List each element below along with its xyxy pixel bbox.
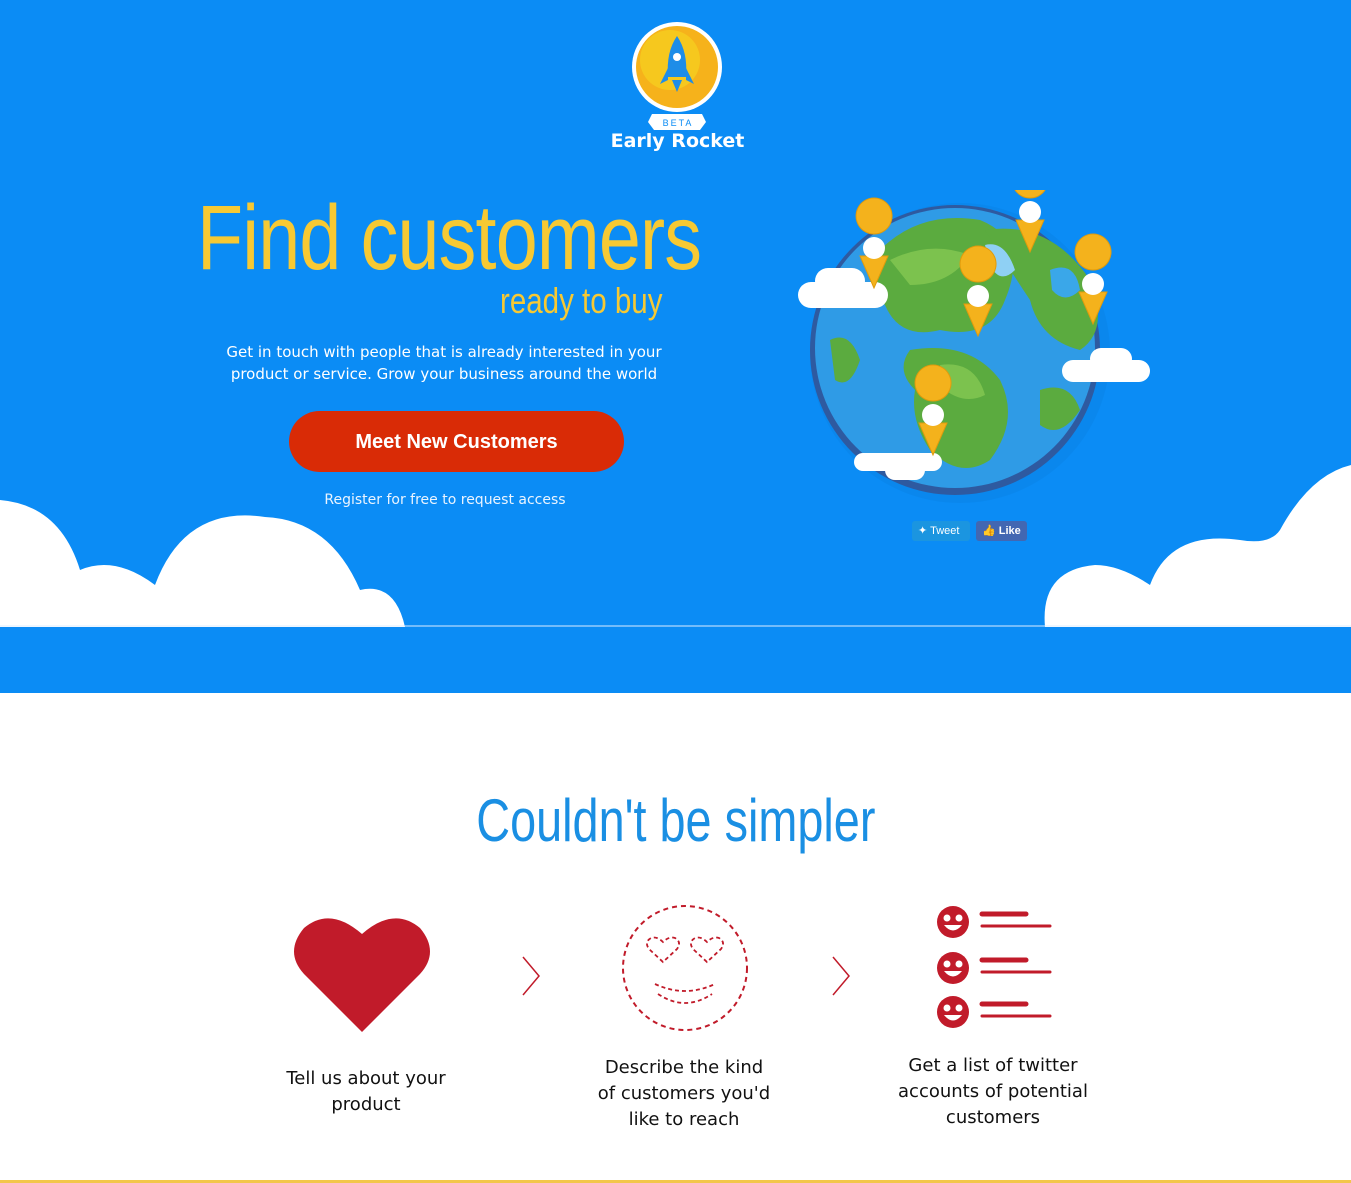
rocket-icon <box>632 22 722 130</box>
section-title-text: Couldn't be simpler <box>475 787 876 854</box>
tweet-label: Tweet <box>930 525 960 537</box>
register-note: Register for free to request access <box>324 492 566 508</box>
list-icon <box>937 906 1052 1028</box>
beta-badge: BETA <box>662 118 694 128</box>
heart-icon <box>294 918 430 1032</box>
hero-lead-text: Get in touch with people that is already… <box>226 343 662 383</box>
thumbs-up-icon: 👍 <box>982 525 996 537</box>
section-title: Couldn't be simpler <box>0 786 1351 855</box>
hero-bottom-band <box>0 627 1351 693</box>
step-3-label: Get a list of twitter accounts of potent… <box>898 1055 1088 1128</box>
hero-title: Find customers <box>197 187 702 289</box>
like-label: Like <box>998 525 1021 537</box>
chevron-right-icon <box>522 956 540 996</box>
brand-name: Early Rocket <box>610 130 745 152</box>
globe-illustration <box>798 190 1150 503</box>
like-button[interactable]: 👍 Like <box>976 521 1027 541</box>
smiley-icon <box>622 905 748 1031</box>
tweet-button[interactable]: ✦ Tweet <box>912 521 970 541</box>
meet-new-customers-button[interactable]: Meet New Customers <box>289 411 624 472</box>
chevron-right-icon <box>832 956 850 996</box>
twitter-bird-icon: ✦ <box>918 525 928 537</box>
step-1-label: Tell us about your product <box>286 1068 446 1115</box>
step-2-label: Describe the kind of customers you'd lik… <box>597 1057 771 1130</box>
logo[interactable]: BETA Early Rocket <box>611 22 744 162</box>
hero-subtitle: ready to buy <box>500 280 663 321</box>
